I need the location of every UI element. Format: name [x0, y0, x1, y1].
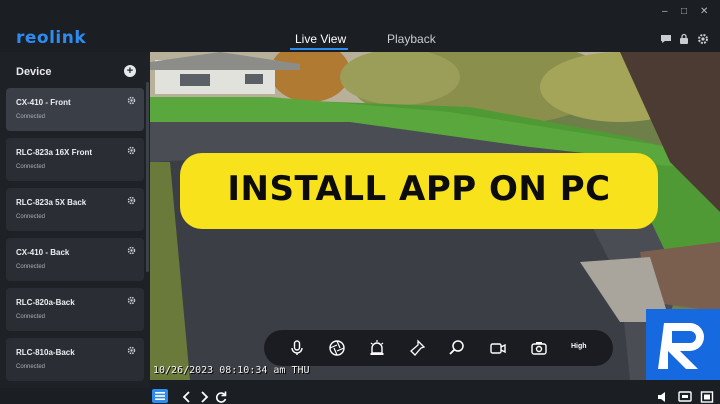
refresh-icon[interactable]	[214, 390, 228, 404]
r-logo-icon	[658, 323, 704, 369]
device-item-rlc810a-back[interactable]: RLC-810a-Back Connected	[6, 338, 144, 381]
spotlight-icon[interactable]	[408, 339, 426, 357]
active-tab-indicator	[290, 48, 348, 50]
device-status: Connected	[16, 364, 46, 370]
banner-text: INSTALL APP ON PC	[227, 169, 611, 209]
device-item-cx410-back[interactable]: CX-410 - Back Connected	[6, 238, 144, 281]
video-timestamp: 10/26/2023 08:10:34 am THU	[153, 365, 310, 376]
device-item-cx410-front[interactable]: CX-410 - Front Connected	[6, 88, 144, 131]
device-name: CX-410 - Front	[16, 98, 71, 107]
zoom-icon[interactable]	[448, 339, 466, 357]
device-item-rlc823a-16x-front[interactable]: RLC-823a 16X Front Connected	[6, 138, 144, 181]
device-name: RLC-823a 16X Front	[16, 148, 93, 157]
device-settings-icon[interactable]	[127, 96, 136, 105]
device-status: Connected	[16, 214, 46, 220]
device-settings-icon[interactable]	[127, 346, 136, 355]
chat-icon[interactable]	[660, 33, 672, 45]
status-strip	[0, 388, 720, 404]
device-name: RLC-823a 5X Back	[16, 198, 87, 207]
brand-badge	[646, 309, 720, 380]
device-name: RLC-810a-Back	[16, 348, 75, 357]
snapshot-icon[interactable]	[530, 339, 548, 357]
device-status: Connected	[16, 264, 46, 270]
layout-icon[interactable]	[152, 389, 168, 403]
tab-playback[interactable]: Playback	[387, 32, 436, 46]
device-settings-icon[interactable]	[127, 146, 136, 155]
sidebar-title: Device	[16, 66, 52, 78]
lock-icon[interactable]	[678, 33, 690, 45]
close-button[interactable]: ✕	[700, 6, 708, 17]
device-status: Connected	[16, 314, 46, 320]
device-status: Connected	[16, 164, 46, 170]
gear-icon[interactable]	[697, 33, 709, 45]
device-settings-icon[interactable]	[127, 246, 136, 255]
fullscreen-icon[interactable]	[700, 390, 714, 404]
device-name: CX-410 - Back	[16, 248, 70, 257]
maximize-button[interactable]: □	[681, 6, 687, 17]
device-status: Connected	[16, 114, 46, 120]
device-name: RLC-820a-Back	[16, 298, 75, 307]
app-logo: reolink	[16, 28, 87, 48]
stream-quality-button[interactable]: High	[571, 343, 587, 350]
minimize-button[interactable]: –	[662, 6, 668, 17]
device-sidebar: Device + CX-410 - Front Connected RLC-82…	[0, 52, 150, 388]
siren-icon[interactable]	[368, 339, 386, 357]
prev-icon[interactable]	[180, 390, 194, 404]
aperture-icon[interactable]	[328, 339, 346, 357]
device-settings-icon[interactable]	[127, 296, 136, 305]
record-icon[interactable]	[489, 339, 507, 357]
video-control-bar: High	[264, 330, 613, 366]
add-device-button[interactable]: +	[124, 65, 136, 77]
volume-icon[interactable]	[656, 390, 670, 404]
sidebar-scrollbar[interactable]	[146, 82, 149, 272]
device-item-rlc823a-5x-back[interactable]: RLC-823a 5X Back Connected	[6, 188, 144, 231]
device-settings-icon[interactable]	[127, 196, 136, 205]
title-bar: reolink Live View Playback – □ ✕	[0, 0, 720, 52]
screen-icon[interactable]	[678, 390, 692, 404]
microphone-icon[interactable]	[288, 339, 306, 357]
device-item-rlc820a-back[interactable]: RLC-820a-Back Connected	[6, 288, 144, 331]
next-icon[interactable]	[197, 390, 211, 404]
promo-banner: INSTALL APP ON PC	[180, 153, 658, 229]
tab-live-view[interactable]: Live View	[295, 32, 346, 46]
